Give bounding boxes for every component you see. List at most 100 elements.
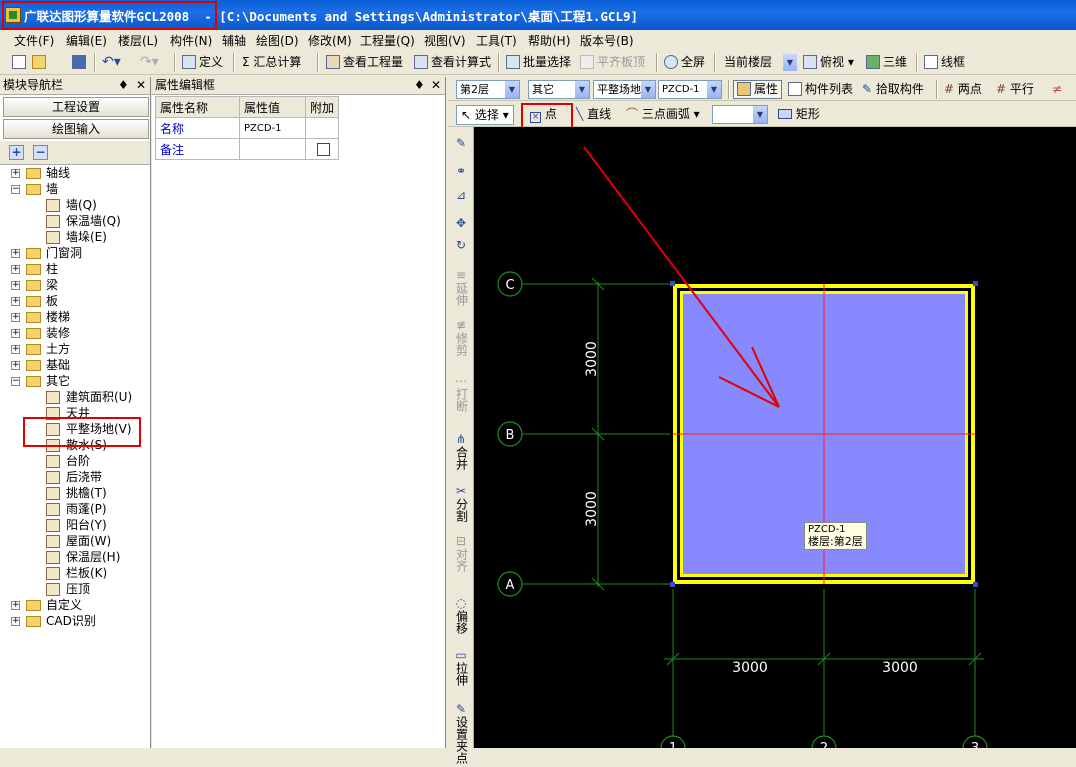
tree-category-item[interactable]: + 土方	[0, 341, 150, 357]
menu-help[interactable]: 帮助(H)	[528, 32, 570, 49]
drawing-input-button[interactable]: 绘图输入	[3, 119, 149, 139]
open-folder-icon[interactable]	[32, 53, 49, 72]
save-icon[interactable]	[72, 53, 89, 72]
component-select[interactable]: PZCD-1 ▼	[658, 80, 722, 99]
fullscreen-button[interactable]: 全屏	[664, 53, 705, 72]
tree-category-item[interactable]: + 轴线	[0, 165, 150, 181]
arc-options-select[interactable]: ▼	[712, 105, 768, 124]
rotate-icon[interactable]: ↻	[452, 239, 470, 252]
mirror-icon[interactable]: ⊿	[452, 189, 470, 202]
collapse-icon[interactable]: −	[11, 185, 20, 194]
tree-category-item[interactable]: + 楼梯	[0, 309, 150, 325]
expand-icon[interactable]: +	[11, 617, 20, 626]
tree-component-item[interactable]: 屋面(W)	[0, 533, 150, 549]
tree-component-item[interactable]: 建筑面积(U)	[0, 389, 150, 405]
tree-category-item[interactable]: − 墙	[0, 181, 150, 197]
undo-icon[interactable]: ↶▾	[102, 53, 121, 72]
menu-quantity[interactable]: 工程量(Q)	[360, 32, 415, 49]
expand-icon[interactable]: +	[11, 361, 20, 370]
tree-component-item[interactable]: 挑檐(T)	[0, 485, 150, 501]
close-icon[interactable]: ✕	[431, 77, 441, 94]
tree-category-item[interactable]: + 板	[0, 293, 150, 309]
tree-category-item[interactable]: − 其它	[0, 373, 150, 389]
category-select[interactable]: 其它 ▼	[528, 80, 590, 99]
move-icon[interactable]: ✥	[452, 217, 470, 230]
attach-checkbox[interactable]	[317, 143, 330, 156]
tree-component-item[interactable]: 保温层(H)	[0, 549, 150, 565]
floor-select[interactable]: 第2层 ▼	[456, 80, 520, 99]
expand-icon[interactable]: +	[11, 313, 20, 322]
pin-icon[interactable]: ♦	[414, 77, 425, 94]
collapse-all-icon[interactable]: −	[33, 145, 48, 160]
menu-floor[interactable]: 楼层(L)	[118, 32, 158, 49]
merge-button[interactable]: ⋔ 合并	[452, 433, 470, 473]
batch-select-button[interactable]: 批量选择	[506, 53, 571, 72]
two-points-button[interactable]: # 两点	[944, 80, 982, 99]
expand-icon[interactable]: +	[11, 297, 20, 306]
tree-component-item[interactable]: 压顶	[0, 581, 150, 597]
tree-category-item[interactable]: + 柱	[0, 261, 150, 277]
trim-button[interactable]: ≢ 修剪	[452, 319, 470, 359]
3d-view-button[interactable]: 三维	[866, 53, 907, 72]
drawing-canvas[interactable]: C B A 1 2 3 3000 3000 3000 3000	[474, 127, 1076, 748]
point-button[interactable]: × 点	[530, 105, 557, 124]
collapse-icon[interactable]: −	[11, 377, 20, 386]
menu-version[interactable]: 版本号(B)	[580, 32, 634, 49]
offset-button[interactable]: ◌ 偏移	[452, 597, 470, 637]
menu-edit[interactable]: 编辑(E)	[66, 32, 107, 49]
expand-icon[interactable]: +	[11, 281, 20, 290]
tree-component-item[interactable]: 保温墙(Q)	[0, 213, 150, 229]
brush-icon[interactable]: ✎	[452, 137, 470, 150]
property-value[interactable]: PZCD-1	[239, 117, 306, 139]
redo-icon[interactable]: ↷▾	[140, 53, 159, 72]
line-button[interactable]: ╲ 直线	[576, 105, 611, 124]
stretch-button[interactable]: ▭ 拉伸	[452, 649, 470, 689]
sum-calc-button[interactable]: Σ 汇总计算	[242, 53, 301, 72]
close-icon[interactable]: ✕	[136, 77, 146, 94]
expand-icon[interactable]: +	[11, 265, 20, 274]
align-button[interactable]: ⊟ 对齐	[452, 535, 470, 575]
tree-component-item[interactable]: 后浇带	[0, 469, 150, 485]
property-value[interactable]	[239, 138, 306, 160]
tree-category-item[interactable]: + 自定义	[0, 597, 150, 613]
more-tools-icon[interactable]: ≠	[1052, 80, 1062, 99]
tree-component-item[interactable]: 天井	[0, 405, 150, 421]
parallel-button[interactable]: # 平行	[996, 80, 1034, 99]
extend-button[interactable]: ≡ 延伸	[452, 269, 470, 309]
type-select[interactable]: 平整场地 ▼	[593, 80, 656, 99]
tree-component-item[interactable]: 雨蓬(P)	[0, 501, 150, 517]
pin-icon[interactable]: ♦	[118, 77, 129, 94]
project-settings-button[interactable]: 工程设置	[3, 97, 149, 117]
tree-category-item[interactable]: + CAD识别	[0, 613, 150, 629]
tree-component-item[interactable]: 平整场地(V)	[0, 421, 150, 437]
tree-component-item[interactable]: 台阶	[0, 453, 150, 469]
menu-view[interactable]: 视图(V)	[424, 32, 466, 49]
tree-component-item[interactable]: 散水(S)	[0, 437, 150, 453]
view-formula-button[interactable]: 查看计算式	[414, 53, 491, 72]
tree-component-item[interactable]: 栏板(K)	[0, 565, 150, 581]
expand-all-icon[interactable]: +	[9, 145, 24, 160]
expand-icon[interactable]: +	[11, 249, 20, 258]
copy-icon[interactable]: ⚭	[452, 165, 470, 178]
break-button[interactable]: ⋯ 打断	[452, 375, 470, 415]
menu-modify[interactable]: 修改(M)	[308, 32, 352, 49]
component-list-button[interactable]: 构件列表	[788, 80, 853, 99]
tree-category-item[interactable]: + 梁	[0, 277, 150, 293]
define-button[interactable]: 定义	[182, 53, 223, 72]
top-view-button[interactable]: 俯视 ▾	[803, 53, 854, 72]
set-grip-button[interactable]: ✎ 设置夹点	[452, 703, 470, 767]
new-file-icon[interactable]	[12, 53, 29, 72]
expand-icon[interactable]: +	[11, 329, 20, 338]
menu-aux-axis[interactable]: 辅轴	[222, 32, 246, 49]
expand-icon[interactable]: +	[11, 169, 20, 178]
align-slab-button[interactable]: 平齐板顶	[580, 53, 645, 72]
tree-component-item[interactable]: 阳台(Y)	[0, 517, 150, 533]
view-quantity-button[interactable]: 查看工程量	[326, 53, 403, 72]
pick-component-button[interactable]: ✎ 拾取构件	[862, 80, 924, 99]
expand-icon[interactable]: +	[11, 601, 20, 610]
expand-icon[interactable]: +	[11, 345, 20, 354]
wireframe-button[interactable]: 线框	[924, 53, 965, 72]
menu-tools[interactable]: 工具(T)	[476, 32, 517, 49]
rectangle-button[interactable]: 矩形	[778, 105, 820, 124]
tree-component-item[interactable]: 墙(Q)	[0, 197, 150, 213]
